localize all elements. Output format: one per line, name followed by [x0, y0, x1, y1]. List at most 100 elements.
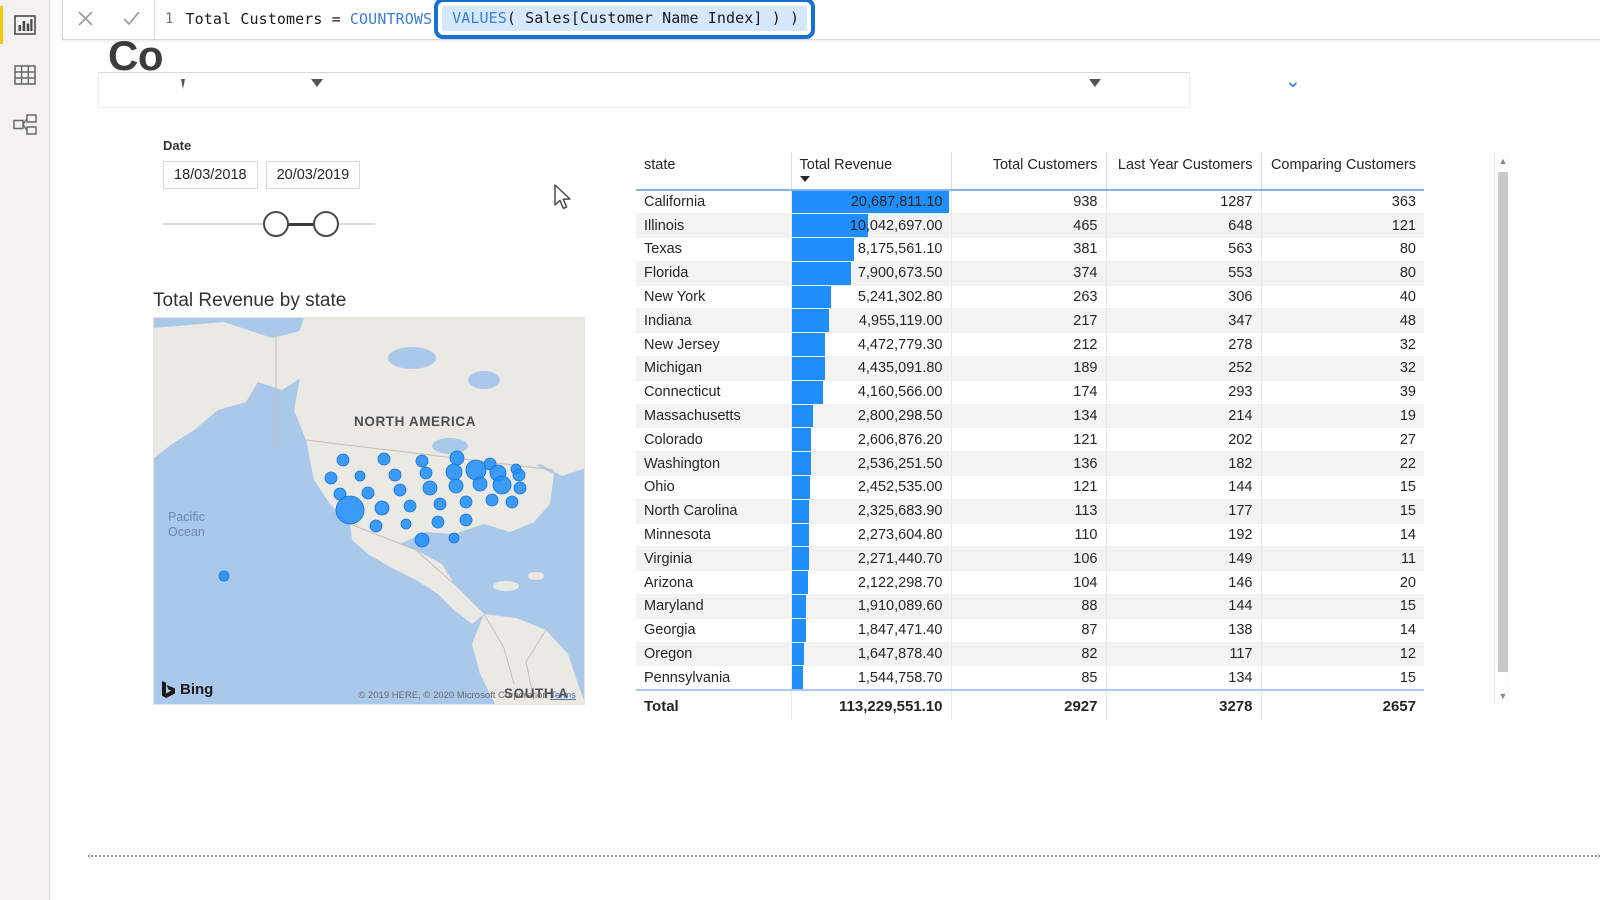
table-row[interactable]: California 20,687,811.10 938 1287 363 — [636, 190, 1424, 215]
bing-label: Bing — [180, 681, 214, 698]
column-header-last-year-customers[interactable]: Last Year Customers — [1105, 152, 1261, 191]
map-terms-link[interactable]: Terms — [550, 690, 576, 701]
data-bar — [792, 452, 811, 475]
cell-total-customers: 374 — [950, 261, 1106, 286]
table-row[interactable]: Massachusetts 2,800,298.50 134 214 19 — [636, 404, 1424, 429]
total-comparing-customers-value: 2657 — [1260, 688, 1424, 720]
cell-total-revenue: 20,687,811.10 — [790, 190, 951, 215]
cell-total-customers: 121 — [950, 427, 1106, 453]
table-row[interactable]: Arizona 2,122,298.70 104 146 20 — [636, 570, 1424, 596]
table-header-row: state Total Revenue Total Customers Last… — [636, 152, 1424, 191]
table-vertical-scrollbar[interactable]: ▲ ▼ — [1494, 152, 1510, 704]
cell-last-year-customers: 252 — [1105, 356, 1261, 381]
cell-total-revenue-text: 4,160,566.00 — [857, 384, 943, 401]
map-visual[interactable]: NORTH AMERICA SOUTH A Pacific Ocean Bing… — [153, 317, 585, 705]
cell-total-revenue-text: 20,687,811.10 — [850, 194, 943, 211]
slider-handle-end[interactable] — [313, 211, 339, 237]
table-row[interactable]: Illinois 10,042,697.00 465 648 121 — [636, 213, 1424, 239]
dropdown-caret-2-icon[interactable] — [1089, 79, 1101, 87]
scrollbar-thumb[interactable] — [1498, 172, 1508, 672]
table-visual[interactable]: state Total Revenue Total Customers Last… — [636, 152, 1512, 722]
data-bar — [792, 238, 854, 261]
cell-total-revenue: 1,544,758.70 — [790, 665, 951, 691]
column-header-total-customers[interactable]: Total Customers — [950, 152, 1106, 191]
total-customers-value: 2927 — [950, 688, 1106, 720]
slicer-range-slider[interactable] — [163, 211, 375, 237]
cell-last-year-customers: 563 — [1105, 237, 1261, 262]
cell-comparing-customers: 121 — [1260, 213, 1424, 239]
table-row[interactable]: Michigan 4,435,091.80 189 252 32 — [636, 356, 1424, 381]
cell-comparing-customers: 11 — [1260, 546, 1424, 572]
column-header-state[interactable]: state — [636, 152, 791, 191]
cell-total-customers: 110 — [950, 523, 1106, 548]
slider-handle-start[interactable] — [263, 211, 289, 237]
table-row[interactable]: Connecticut 4,160,566.00 174 293 39 — [636, 380, 1424, 405]
cell-total-revenue-text: 7,900,673.50 — [857, 265, 943, 282]
cell-state: Oregon — [636, 642, 791, 667]
cell-total-revenue-text: 1,910,089.60 — [857, 598, 943, 615]
dropdown-caret-1-icon[interactable] — [311, 79, 323, 87]
table-icon — [14, 65, 36, 85]
table-row[interactable]: Pennsylvania 1,544,758.70 85 134 15 — [636, 665, 1424, 691]
total-label: Total — [636, 688, 791, 720]
cell-total-customers: 121 — [950, 475, 1106, 500]
visual-header-strip — [98, 72, 1190, 108]
scroll-down-arrow-icon[interactable]: ▼ — [1495, 687, 1511, 704]
cell-last-year-customers: 146 — [1105, 570, 1261, 596]
slicer-start-date-input[interactable]: 18/03/2018 — [163, 161, 258, 189]
cell-last-year-customers: 553 — [1105, 261, 1261, 286]
table-row[interactable]: New Jersey 4,472,779.30 212 278 32 — [636, 332, 1424, 358]
cell-total-revenue: 2,122,298.70 — [790, 570, 951, 596]
dax-formula-bar: 1 Total Customers = COUNTROWS VALUES( Sa… — [62, 0, 1600, 40]
cell-state: Michigan — [636, 356, 791, 381]
table-row[interactable]: Indiana 4,955,119.00 217 347 48 — [636, 308, 1424, 334]
cell-last-year-customers: 347 — [1105, 308, 1261, 334]
table-row[interactable]: Florida 7,900,673.50 374 553 80 — [636, 261, 1424, 286]
formula-bar-actions — [63, 0, 155, 39]
table-row[interactable]: New York 5,241,302.80 263 306 40 — [636, 285, 1424, 310]
data-bar — [792, 380, 824, 404]
sidebar-item-data-view[interactable] — [0, 50, 50, 100]
cancel-formula-button[interactable] — [69, 2, 103, 36]
table-row[interactable]: North Carolina 2,325,683.90 113 177 15 — [636, 499, 1424, 524]
strip-marker-1 — [181, 79, 185, 89]
table-row[interactable]: Texas 8,175,561.10 381 563 80 — [636, 237, 1424, 262]
chevron-down-icon[interactable]: ⌄ — [1285, 70, 1301, 93]
scroll-up-arrow-icon[interactable]: ▲ — [1495, 152, 1511, 169]
sidebar-item-model-view[interactable] — [0, 100, 50, 150]
table-row[interactable]: Minnesota 2,273,604.80 110 192 14 — [636, 523, 1424, 548]
cell-comparing-customers: 32 — [1260, 332, 1424, 358]
formula-line-number: 1 — [165, 10, 174, 27]
formula-selected-rest: ( Sales[Customer Name Index] ) ) — [506, 9, 800, 27]
cell-last-year-customers: 177 — [1105, 499, 1261, 524]
formula-input[interactable]: 1 Total Customers = COUNTROWS VALUES( Sa… — [155, 0, 1600, 39]
data-bar — [792, 571, 808, 594]
bing-logo[interactable]: Bing — [162, 681, 213, 698]
cell-total-revenue: 10,042,697.00 — [790, 213, 951, 239]
cell-total-customers: 263 — [950, 285, 1106, 310]
cell-total-revenue-text: 4,955,119.00 — [858, 312, 943, 329]
table-row[interactable]: Colorado 2,606,876.20 121 202 27 — [636, 427, 1424, 453]
sidebar-item-report-view[interactable] — [0, 0, 50, 50]
formula-equals: = — [331, 9, 341, 28]
column-header-total-revenue[interactable]: Total Revenue — [790, 152, 951, 191]
column-header-comparing-customers[interactable]: Comparing Customers — [1260, 152, 1424, 191]
table-row[interactable]: Ohio 2,452,535.00 121 144 15 — [636, 475, 1424, 500]
table-row[interactable]: Maryland 1,910,089.60 88 144 15 — [636, 594, 1424, 619]
formula-selected-expression[interactable]: VALUES( Sales[Customer Name Index] ) ) — [434, 0, 816, 39]
table-row[interactable]: Washington 2,536,251.50 136 182 22 — [636, 451, 1424, 477]
formula-measure-name: Total Customers — [185, 9, 323, 28]
table-row[interactable]: Virginia 2,271,440.70 106 149 11 — [636, 546, 1424, 572]
cell-comparing-customers: 12 — [1260, 642, 1424, 667]
cell-last-year-customers: 182 — [1105, 451, 1261, 477]
cell-total-revenue: 2,606,876.20 — [790, 427, 951, 453]
table-row[interactable]: Georgia 1,847,471.40 87 138 14 — [636, 618, 1424, 643]
cell-total-revenue: 2,536,251.50 — [790, 451, 951, 477]
data-table: state Total Revenue Total Customers Last… — [636, 152, 1424, 720]
close-icon — [78, 11, 93, 26]
commit-formula-button[interactable] — [114, 2, 148, 36]
slicer-end-date-input[interactable]: 20/03/2019 — [265, 161, 361, 189]
cell-state: Maryland — [636, 594, 791, 619]
cell-total-customers: 82 — [950, 642, 1106, 667]
table-row[interactable]: Oregon 1,647,878.40 82 117 12 — [636, 642, 1424, 667]
